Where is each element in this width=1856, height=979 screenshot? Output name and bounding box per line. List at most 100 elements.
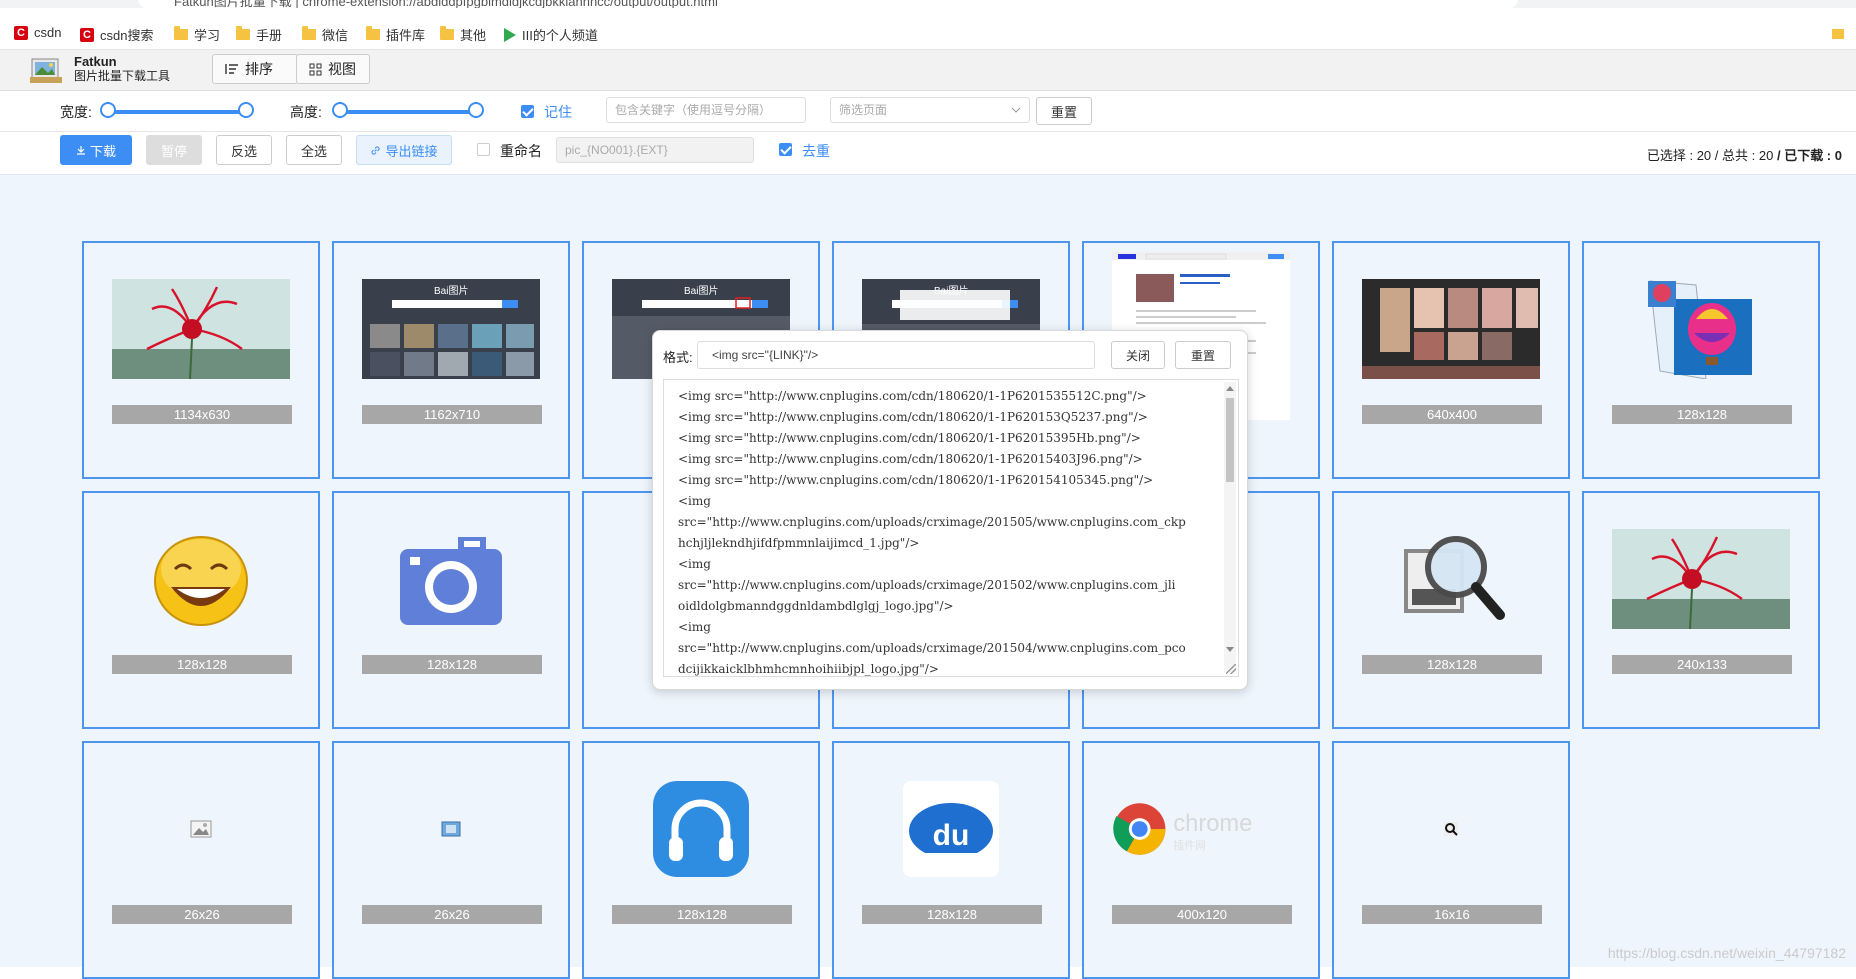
selection-stats: 已选择 : 20 / 总共 : 20 / 已下载 : 0 xyxy=(1647,145,1842,164)
bookmark-label: 其他 xyxy=(460,28,487,43)
image-thumbnail xyxy=(1612,279,1790,379)
dialog-close-button[interactable]: 关闭 xyxy=(1111,341,1165,369)
link-line: src="http://www.cnplugins.com/uploads/cr… xyxy=(678,515,1186,529)
pause-button[interactable]: 暂停 xyxy=(146,135,202,165)
image-card[interactable]: 16x16 xyxy=(1332,741,1570,979)
image-card[interactable]: 240x133 xyxy=(1582,491,1820,729)
image-card[interactable]: du 128x128 xyxy=(832,741,1070,979)
svg-text:插件网: 插件网 xyxy=(1173,838,1206,852)
filter-reset-button[interactable]: 重置 xyxy=(1036,97,1092,125)
height-max-handle[interactable] xyxy=(468,102,484,118)
image-card[interactable]: 1134x630 xyxy=(82,241,320,479)
image-card[interactable]: 128x128 xyxy=(1582,241,1820,479)
image-card[interactable]: 128x128 xyxy=(332,491,570,729)
width-max-handle[interactable] xyxy=(238,102,254,118)
image-size-label: 26x26 xyxy=(362,905,542,924)
selected-count: 20 xyxy=(1696,148,1712,163)
link-line: <img src="http://www.cnplugins.com/cdn/1… xyxy=(678,431,1141,445)
dialog-reset-button[interactable]: 重置 xyxy=(1175,341,1231,369)
keyword-input[interactable]: 包含关键字（使用逗号分隔） xyxy=(606,97,806,123)
link-line: dcijikkaicklbhmhcmnhoihiibjpl_logo.jpg"/… xyxy=(678,662,939,676)
scrollbar-thumb[interactable] xyxy=(1226,398,1234,482)
bookmark-item[interactable]: Ccsdn xyxy=(14,25,61,40)
bookmark-label: csdn xyxy=(34,25,62,40)
textarea-scrollbar[interactable] xyxy=(1224,382,1236,672)
image-thumbnail xyxy=(112,529,290,629)
rename-checkbox[interactable] xyxy=(477,143,490,156)
image-size-label: 26x26 xyxy=(112,905,292,924)
scroll-up-icon[interactable] xyxy=(1226,386,1234,391)
remember-checkbox[interactable] xyxy=(521,105,534,118)
bookmark-label: III的个人频道 xyxy=(522,28,598,43)
bookmark-item[interactable]: Ccsdn搜索 xyxy=(80,25,153,44)
image-thumbnail: du xyxy=(862,779,1040,879)
address-bar[interactable]: Fatkun图片批量下载 | chrome-extension://abdldd… xyxy=(138,0,1518,8)
image-thumbnail xyxy=(112,779,290,879)
bookmark-label: 插件库 xyxy=(386,28,426,43)
page-filter-select[interactable]: 筛选页面 xyxy=(830,97,1030,123)
bookmark-item[interactable]: 手册 xyxy=(236,25,282,44)
link-icon xyxy=(371,145,381,155)
other-bookmarks-folder-icon[interactable] xyxy=(1832,27,1844,42)
folder-icon xyxy=(440,26,454,40)
image-card[interactable]: 640x400 xyxy=(1332,241,1570,479)
format-input[interactable]: <img src="{LINK}"/> xyxy=(697,341,1095,369)
image-size-label: 128x128 xyxy=(1612,405,1792,424)
remember-label: 记住 xyxy=(544,104,572,120)
image-card[interactable]: 26x26 xyxy=(332,741,570,979)
rename-label: 重命名 xyxy=(500,143,542,159)
height-slider[interactable] xyxy=(332,102,484,118)
link-line: <img xyxy=(678,557,711,571)
select-all-button[interactable]: 全选 xyxy=(286,135,342,165)
image-size-label: 16x16 xyxy=(1362,905,1542,924)
sort-icon xyxy=(225,64,238,74)
view-button[interactable]: 视图 xyxy=(296,54,370,84)
image-card[interactable]: Bai图片 1162x710 xyxy=(332,241,570,479)
scroll-down-icon[interactable] xyxy=(1226,647,1234,652)
link-line: src="http://www.cnplugins.com/uploads/cr… xyxy=(678,641,1186,655)
image-thumbnail: chrome 插件网 xyxy=(1112,779,1290,879)
image-card[interactable]: 128x128 xyxy=(82,491,320,729)
rename-pattern-input[interactable]: pic_{NO001}.{EXT} xyxy=(556,137,754,163)
sort-button[interactable]: 排序 xyxy=(212,54,298,84)
download-button[interactable]: 下载 xyxy=(60,135,132,165)
image-thumbnail xyxy=(112,279,290,379)
bookmark-item[interactable]: 插件库 xyxy=(366,25,425,44)
width-slider[interactable] xyxy=(100,102,254,118)
bookmark-label: 微信 xyxy=(322,28,349,43)
bookmark-item[interactable]: III的个人频道 xyxy=(504,25,598,44)
links-text: <img src="http://www.cnplugins.com/cdn/1… xyxy=(678,386,1208,676)
link-line: oidldolgbmanndggdnldambdlglgj_logo.jpg"/… xyxy=(678,599,954,613)
width-min-handle[interactable] xyxy=(100,102,116,118)
image-card[interactable]: 128x128 xyxy=(1332,491,1570,729)
image-size-label: 128x128 xyxy=(862,905,1042,924)
bookmark-item[interactable]: 微信 xyxy=(302,25,348,44)
resize-grip-icon[interactable] xyxy=(1226,664,1236,674)
bookmark-item[interactable]: 学习 xyxy=(174,25,220,44)
image-card[interactable]: chrome 插件网 400x120 xyxy=(1082,741,1320,979)
image-size-label: 1134x630 xyxy=(112,405,292,424)
fatkun-logo-icon xyxy=(30,58,62,83)
selected-label: 已选择 : xyxy=(1646,148,1694,163)
bookmark-item[interactable]: 其他 xyxy=(440,25,486,44)
image-card[interactable]: 26x26 xyxy=(82,741,320,979)
link-line: <img xyxy=(678,494,711,508)
invert-selection-button[interactable]: 反选 xyxy=(216,135,272,165)
bookmark-label: csdn搜索 xyxy=(100,28,154,43)
dedupe-checkbox[interactable] xyxy=(779,143,792,156)
export-links-dialog: 格式: <img src="{LINK}"/> 关闭 重置 <img src="… xyxy=(652,330,1248,690)
bookmarks-bar: Ccsdn Ccsdn搜索 学习 手册 微信 插件库 其他 III的个人频道 xyxy=(0,19,1856,50)
height-label: 高度: xyxy=(290,104,322,120)
svg-text:du: du xyxy=(933,819,970,852)
image-thumbnail xyxy=(1362,779,1540,879)
image-size-label: 128x128 xyxy=(1362,655,1542,674)
image-size-label: 400x120 xyxy=(1112,905,1292,924)
total-count: 20 xyxy=(1758,148,1774,163)
folder-icon xyxy=(302,26,316,40)
height-min-handle[interactable] xyxy=(332,102,348,118)
links-textarea[interactable]: <img src="http://www.cnplugins.com/cdn/1… xyxy=(663,379,1239,677)
image-card[interactable]: 128x128 xyxy=(582,741,820,979)
downloaded-count: 0 xyxy=(1834,148,1842,163)
link-line: src="http://www.cnplugins.com/uploads/cr… xyxy=(678,578,1176,592)
export-links-button[interactable]: 导出链接 xyxy=(356,135,452,165)
